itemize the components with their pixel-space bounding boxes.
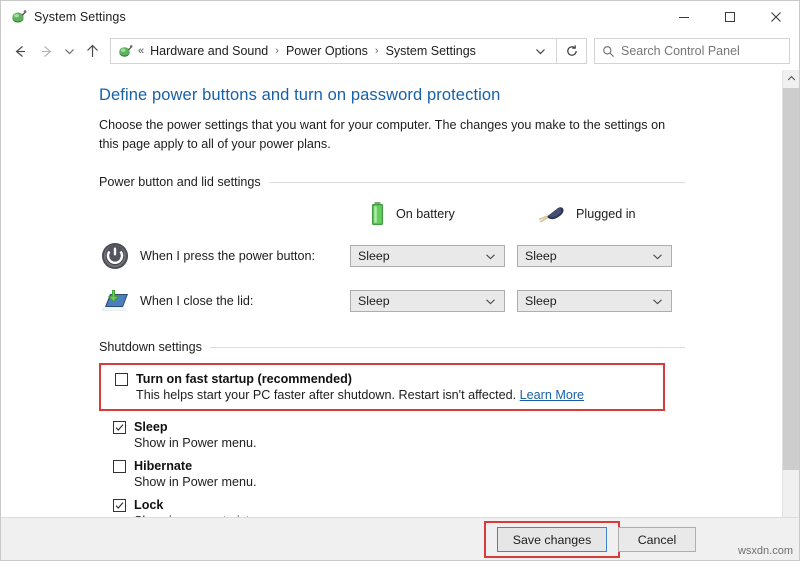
combo-power-button-on-battery[interactable]: Sleep [350, 245, 505, 267]
forward-button[interactable] [33, 38, 59, 64]
power-source-header-row: On battery Plugged in [99, 201, 773, 227]
breadcrumb-separator: › [375, 45, 379, 57]
breadcrumb-dropdown-button[interactable] [525, 46, 556, 57]
window-title: System Settings [34, 10, 126, 24]
forward-arrow-icon [38, 43, 55, 60]
power-button-icon [99, 240, 131, 272]
control-panel-icon [117, 43, 133, 59]
search-box[interactable]: Search Control Panel [594, 38, 790, 64]
combo-power-button-plugged-in[interactable]: Sleep [517, 245, 672, 267]
cancel-button[interactable]: Cancel [618, 527, 696, 552]
chevron-down-icon [652, 251, 671, 262]
setting-label-close-lid: When I close the lid: [140, 294, 350, 308]
chevron-down-icon [485, 296, 504, 307]
shutdown-section-title: Shutdown settings [99, 340, 210, 354]
column-label-plugged-in: Plugged in [576, 207, 636, 221]
breadcrumb-item-power-options[interactable]: Power Options [286, 44, 368, 58]
footer-bar: Save changes Cancel wsxdn.com [1, 517, 800, 560]
page-title: Define power buttons and turn on passwor… [99, 86, 773, 105]
combo-close-lid-plugged-in[interactable]: Sleep [517, 290, 672, 312]
combo-close-lid-on-battery[interactable]: Sleep [350, 290, 505, 312]
chevron-up-icon [787, 74, 796, 83]
scrollbar-thumb[interactable] [783, 88, 799, 470]
checkbox-lock[interactable] [113, 499, 126, 512]
up-arrow-icon [84, 43, 101, 60]
breadcrumb-item-hardware-and-sound[interactable]: Hardware and Sound [150, 44, 268, 58]
up-button[interactable] [79, 38, 105, 64]
window-controls [661, 1, 799, 32]
checkbox-hibernate[interactable] [113, 460, 126, 473]
refresh-icon [565, 44, 579, 58]
page-description: Choose the power settings that you want … [99, 116, 669, 154]
power-plug-icon [536, 203, 566, 225]
checkbox-label-hibernate[interactable]: Hibernate [134, 459, 192, 473]
checkbox-label-fast-startup[interactable]: Turn on fast startup (recommended) [136, 372, 352, 386]
laptop-lid-icon [99, 285, 131, 317]
setting-row-power-button: When I press the power button: Sleep Sle… [99, 240, 773, 272]
minimize-icon [678, 11, 690, 23]
checkbox-description-sleep: Show in Power menu. [134, 436, 773, 450]
breadcrumb-bar[interactable]: « Hardware and Sound › Power Options › S… [110, 38, 587, 64]
combo-value: Sleep [518, 294, 557, 308]
battery-icon [369, 201, 386, 227]
content-area: Define power buttons and turn on passwor… [1, 70, 799, 561]
checkbox-item-sleep: Sleep Show in Power menu. [99, 420, 773, 450]
settings-panel: Define power buttons and turn on passwor… [1, 70, 773, 561]
checkbox-fast-startup[interactable] [115, 373, 128, 386]
recent-locations-chevron-icon [64, 46, 75, 57]
back-button[interactable] [7, 38, 33, 64]
chevron-down-icon [535, 46, 546, 57]
power-options-icon [10, 8, 27, 25]
column-label-on-battery: On battery [396, 207, 455, 221]
description-text: This helps start your PC faster after sh… [136, 388, 516, 402]
power-section-header: Power button and lid settings [99, 175, 773, 189]
section-rule [269, 182, 685, 183]
maximize-icon [724, 11, 736, 23]
power-section-title: Power button and lid settings [99, 175, 269, 189]
minimize-button[interactable] [661, 1, 707, 32]
shutdown-section-header: Shutdown settings [99, 340, 773, 354]
scroll-up-button[interactable] [783, 70, 799, 87]
save-changes-button[interactable]: Save changes [497, 527, 607, 552]
address-bar: « Hardware and Sound › Power Options › S… [1, 32, 799, 70]
section-rule [210, 347, 685, 348]
close-button[interactable] [753, 1, 799, 32]
back-arrow-icon [12, 43, 29, 60]
learn-more-link[interactable]: Learn More [520, 388, 584, 402]
column-plugged-in: Plugged in [536, 203, 703, 225]
title-bar: System Settings [1, 1, 799, 32]
chevron-down-icon [652, 296, 671, 307]
setting-row-close-lid: When I close the lid: Sleep Sleep [99, 285, 773, 317]
checkmark-icon [115, 501, 124, 510]
recent-locations-button[interactable] [59, 38, 79, 64]
checkbox-description-hibernate: Show in Power menu. [134, 475, 773, 489]
checkmark-icon [115, 423, 124, 432]
checkbox-sleep[interactable] [113, 421, 126, 434]
setting-label-power-button: When I press the power button: [140, 249, 350, 263]
chevron-down-icon [485, 251, 504, 262]
system-settings-window: System Settings [0, 0, 800, 561]
checkbox-label-sleep[interactable]: Sleep [134, 420, 168, 434]
watermark: wsxdn.com [738, 545, 793, 557]
column-on-battery: On battery [369, 201, 536, 227]
refresh-button[interactable] [557, 39, 586, 63]
combo-value: Sleep [351, 249, 390, 263]
vertical-scrollbar[interactable] [782, 70, 799, 561]
combo-value: Sleep [518, 249, 557, 263]
breadcrumb-separator: › [275, 45, 279, 57]
breadcrumb-overflow-icon[interactable]: « [138, 45, 144, 57]
breadcrumb-item-system-settings[interactable]: System Settings [386, 44, 476, 58]
checkbox-item-fast-startup: Turn on fast startup (recommended) This … [115, 372, 663, 402]
search-icon [595, 45, 621, 58]
checkbox-label-lock[interactable]: Lock [134, 498, 163, 512]
close-icon [770, 11, 782, 23]
combo-value: Sleep [351, 294, 390, 308]
search-input[interactable]: Search Control Panel [621, 44, 740, 58]
maximize-button[interactable] [707, 1, 753, 32]
checkbox-description-fast-startup: This helps start your PC faster after sh… [136, 388, 663, 402]
checkbox-item-hibernate: Hibernate Show in Power menu. [99, 459, 773, 489]
fast-startup-highlight-box: Turn on fast startup (recommended) This … [99, 363, 665, 411]
